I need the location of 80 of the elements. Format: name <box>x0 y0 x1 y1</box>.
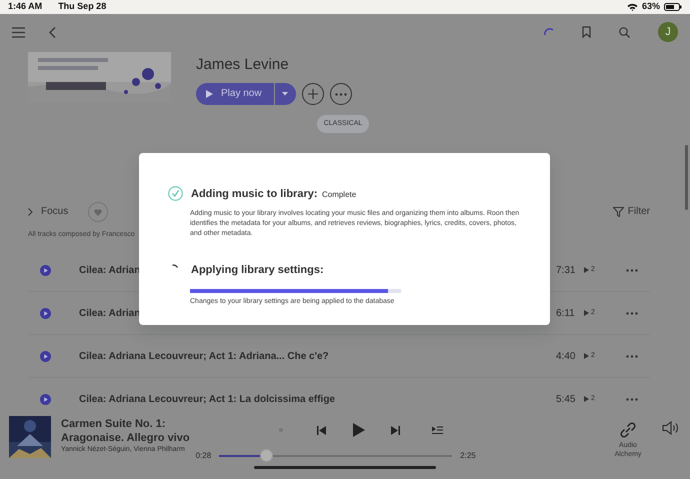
track-play-button[interactable] <box>40 264 51 276</box>
more-icon <box>334 92 347 96</box>
scroll-bar <box>685 145 688 210</box>
play-count-icon <box>584 353 589 359</box>
next-button[interactable] <box>390 426 400 434</box>
search-button[interactable] <box>619 26 630 38</box>
seek-bar[interactable] <box>219 449 452 462</box>
previous-button[interactable] <box>316 426 326 434</box>
step-title: Adding music to library: <box>191 188 318 200</box>
clock-time: 1:46 AM <box>8 0 42 14</box>
track-more-button[interactable] <box>626 311 638 315</box>
chevron-icon <box>28 208 33 216</box>
caret-icon <box>282 92 288 96</box>
play-count-icon <box>584 267 589 273</box>
more-icon <box>626 398 638 401</box>
loading-spinner-icon <box>172 264 178 268</box>
track-more-button[interactable] <box>626 354 638 358</box>
volume-button[interactable] <box>662 421 680 435</box>
back-button[interactable] <box>49 26 56 38</box>
play-icon <box>352 423 365 437</box>
track-duration: 6:11 <box>556 306 576 320</box>
total-time: 2:25 <box>460 450 476 462</box>
menu-icon <box>12 26 25 38</box>
album-artist: James Levine <box>196 55 290 75</box>
play-now-button[interactable]: Play now <box>196 82 274 104</box>
track-duration: 5:45 <box>556 392 576 406</box>
seek-handle[interactable] <box>260 449 273 462</box>
link-icon <box>619 421 637 439</box>
bookmark-icon <box>582 26 591 38</box>
track-title: Carmen Suite No. 1: <box>61 417 167 431</box>
play-circle-icon <box>40 308 51 318</box>
menu-button[interactable] <box>12 26 25 38</box>
battery-icon <box>664 3 682 11</box>
queue-icon <box>432 426 443 434</box>
battery-percent: 63% <box>642 0 660 14</box>
track-title: Cilea: Adrian <box>79 264 140 278</box>
plus-icon <box>308 88 318 98</box>
more-icon <box>626 269 638 272</box>
play-circle-icon <box>40 394 51 404</box>
more-icon <box>626 312 638 315</box>
back-icon <box>49 26 56 38</box>
dropdown-button[interactable] <box>274 82 296 104</box>
more-icon <box>626 355 638 358</box>
step-title: Applying library settings: <box>191 264 324 276</box>
track-title: Cilea: Adriana Lecouvreur; Act 1: La dolcissima effige <box>79 392 335 406</box>
filter-button[interactable]: Filter <box>612 207 650 217</box>
next-icon <box>390 426 400 434</box>
track-title: Cilea: Adriana Lecouvreur; Act 1: Adriana... Che c'e? <box>79 350 329 364</box>
volume-icon <box>662 421 680 435</box>
play-count-icon <box>584 310 589 316</box>
track-play-button[interactable] <box>40 350 51 362</box>
play-icon <box>206 90 213 98</box>
heart-icon <box>94 208 102 216</box>
add-button[interactable] <box>302 82 324 104</box>
play-circle-icon <box>40 264 51 276</box>
loading-spinner-icon <box>544 28 554 36</box>
more-button[interactable] <box>330 82 352 104</box>
track-duration: 7:31 <box>556 264 576 278</box>
previous-icon <box>316 426 326 434</box>
play-count-icon <box>584 396 589 402</box>
bookmark-button[interactable] <box>582 26 591 38</box>
focus-button[interactable]: Focus <box>28 207 68 217</box>
track-duration: 4:40 <box>556 350 576 364</box>
track-play-button[interactable] <box>40 394 51 404</box>
filter-icon <box>612 207 624 217</box>
wifi-icon <box>626 3 638 11</box>
search-icon <box>619 26 630 38</box>
avatar-button[interactable]: J <box>658 22 678 42</box>
step-status: Complete <box>322 190 356 199</box>
track-play-button[interactable] <box>40 308 51 318</box>
track-title: Cilea: Adrian <box>79 306 140 320</box>
check-circle-icon <box>168 186 183 200</box>
queue-button[interactable] <box>432 426 443 434</box>
track-title: Aragonaise. Allegro vivo <box>61 431 190 445</box>
play-circle-icon <box>40 350 51 362</box>
elapsed-time: 0:28 <box>196 450 212 462</box>
date-text: Thu Sep 28 <box>58 0 106 14</box>
track-more-button[interactable] <box>626 268 638 272</box>
play-button[interactable] <box>352 423 365 437</box>
track-more-button[interactable] <box>626 397 638 401</box>
